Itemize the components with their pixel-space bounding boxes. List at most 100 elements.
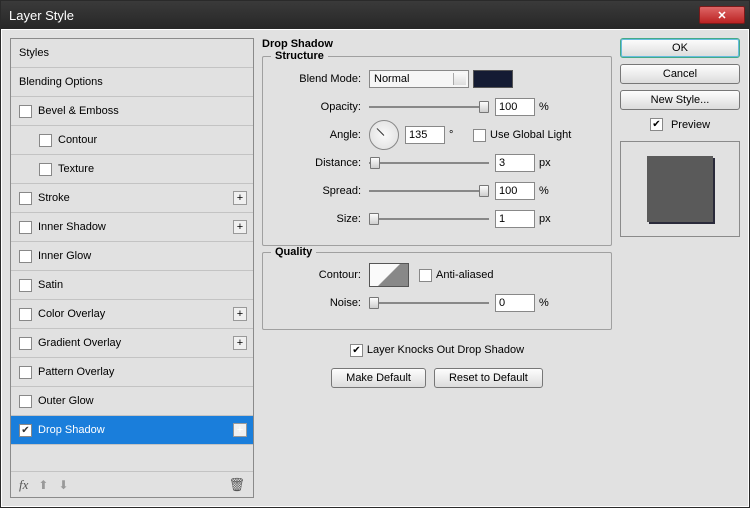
styles-footer: fx ⬆ ⬇ 🗑 xyxy=(11,471,253,497)
opacity-input[interactable]: 100 xyxy=(495,98,535,116)
size-row: Size: 1 px xyxy=(273,205,601,233)
style-checkbox[interactable] xyxy=(19,395,32,408)
style-label: Color Overlay xyxy=(38,308,105,320)
style-label: Satin xyxy=(38,279,63,291)
blend-mode-select[interactable]: Normal ▾ xyxy=(369,70,469,88)
angle-row: Angle: 135 ° Use Global Light xyxy=(273,121,601,149)
angle-label: Angle: xyxy=(273,129,369,141)
style-checkbox[interactable] xyxy=(39,134,52,147)
quality-legend: Quality xyxy=(271,246,316,258)
preview-checkbox[interactable] xyxy=(650,118,663,131)
preview-box xyxy=(620,141,740,237)
spread-row: Spread: 100 % xyxy=(273,177,601,205)
down-arrow-icon[interactable]: ⬇ xyxy=(58,478,68,492)
spread-input[interactable]: 100 xyxy=(495,182,535,200)
quality-group: Quality Contour: Anti-aliased Noise: 0 % xyxy=(262,252,612,330)
style-checkbox[interactable] xyxy=(19,105,32,118)
style-item-gradient-overlay[interactable]: Gradient Overlay + xyxy=(11,329,253,358)
knockout-row: Layer Knocks Out Drop Shadow xyxy=(262,336,612,364)
style-label: Pattern Overlay xyxy=(38,366,114,378)
style-checkbox[interactable] xyxy=(39,163,52,176)
styles-panel: Styles Blending Options Bevel & Emboss Co… xyxy=(10,38,254,498)
style-label: Inner Shadow xyxy=(38,221,106,233)
anti-aliased-checkbox[interactable] xyxy=(419,269,432,282)
structure-group: Structure Blend Mode: Normal ▾ Opacity: … xyxy=(262,56,612,246)
style-checkbox[interactable] xyxy=(19,366,32,379)
distance-slider[interactable] xyxy=(369,156,489,170)
style-label: Outer Glow xyxy=(38,395,94,407)
style-item-outer-glow[interactable]: Outer Glow xyxy=(11,387,253,416)
new-style-button[interactable]: New Style... xyxy=(620,90,740,110)
spread-slider[interactable] xyxy=(369,184,489,198)
style-checkbox[interactable] xyxy=(19,424,32,437)
style-item-drop-shadow[interactable]: Drop Shadow + xyxy=(11,416,253,445)
cancel-button[interactable]: Cancel xyxy=(620,64,740,84)
style-item-pattern-overlay[interactable]: Pattern Overlay xyxy=(11,358,253,387)
style-label: Texture xyxy=(58,163,94,175)
trash-icon[interactable]: 🗑 xyxy=(228,477,245,493)
contour-picker[interactable] xyxy=(369,263,409,287)
style-item-satin[interactable]: Satin xyxy=(11,271,253,300)
layer-style-dialog: Layer Style ✕ Styles Blending Options Be… xyxy=(0,0,750,508)
add-effect-icon[interactable]: + xyxy=(233,191,247,205)
blend-mode-row: Blend Mode: Normal ▾ xyxy=(273,65,601,93)
knockout-checkbox[interactable] xyxy=(350,344,363,357)
style-item-stroke[interactable]: Stroke + xyxy=(11,184,253,213)
style-item-inner-shadow[interactable]: Inner Shadow + xyxy=(11,213,253,242)
size-slider[interactable] xyxy=(369,212,489,226)
style-checkbox[interactable] xyxy=(19,308,32,321)
add-effect-icon[interactable]: + xyxy=(233,220,247,234)
style-item-inner-glow[interactable]: Inner Glow xyxy=(11,242,253,271)
style-label: Contour xyxy=(58,134,97,146)
style-label: Inner Glow xyxy=(38,250,91,262)
styles-header[interactable]: Styles xyxy=(11,39,253,68)
style-checkbox[interactable] xyxy=(19,221,32,234)
style-checkbox[interactable] xyxy=(19,279,32,292)
global-light-checkbox[interactable] xyxy=(473,129,486,142)
style-label: Drop Shadow xyxy=(38,424,105,436)
close-button[interactable]: ✕ xyxy=(699,6,745,24)
style-label: Bevel & Emboss xyxy=(38,105,119,117)
opacity-label: Opacity: xyxy=(273,101,369,113)
ok-button[interactable]: OK xyxy=(620,38,740,58)
angle-dial[interactable] xyxy=(369,120,399,150)
style-checkbox[interactable] xyxy=(19,250,32,263)
noise-input[interactable]: 0 xyxy=(495,294,535,312)
dialog-body: Styles Blending Options Bevel & Emboss Co… xyxy=(1,29,749,507)
style-item-bevel-emboss[interactable]: Bevel & Emboss xyxy=(11,97,253,126)
shadow-color-swatch[interactable] xyxy=(473,70,513,88)
blend-mode-label: Blend Mode: xyxy=(273,73,369,85)
style-label: Stroke xyxy=(38,192,70,204)
titlebar[interactable]: Layer Style ✕ xyxy=(1,1,749,29)
structure-legend: Structure xyxy=(271,50,328,62)
noise-slider[interactable] xyxy=(369,296,489,310)
add-effect-icon[interactable]: + xyxy=(233,336,247,350)
style-label: Gradient Overlay xyxy=(38,337,121,349)
distance-row: Distance: 3 px xyxy=(273,149,601,177)
size-input[interactable]: 1 xyxy=(495,210,535,228)
opacity-slider[interactable] xyxy=(369,100,489,114)
chevron-down-icon: ▾ xyxy=(459,74,464,85)
style-checkbox[interactable] xyxy=(19,192,32,205)
window-title: Layer Style xyxy=(5,8,699,23)
style-checkbox[interactable] xyxy=(19,337,32,350)
fx-icon[interactable]: fx xyxy=(19,477,28,493)
contour-row: Contour: Anti-aliased xyxy=(273,261,601,289)
distance-input[interactable]: 3 xyxy=(495,154,535,172)
blending-options[interactable]: Blending Options xyxy=(11,68,253,97)
styles-label: Styles xyxy=(19,47,49,59)
style-item-texture[interactable]: Texture xyxy=(11,155,253,184)
settings-panel: Drop Shadow Structure Blend Mode: Normal… xyxy=(262,38,612,498)
reset-default-button[interactable]: Reset to Default xyxy=(434,368,543,388)
angle-input[interactable]: 135 xyxy=(405,126,445,144)
style-list: Styles Blending Options Bevel & Emboss Co… xyxy=(11,39,253,471)
opacity-row: Opacity: 100 % xyxy=(273,93,601,121)
dialog-actions: OK Cancel New Style... Preview xyxy=(620,38,740,498)
style-item-color-overlay[interactable]: Color Overlay + xyxy=(11,300,253,329)
up-arrow-icon[interactable]: ⬆ xyxy=(38,478,48,492)
add-effect-icon[interactable]: + xyxy=(233,307,247,321)
style-item-contour[interactable]: Contour xyxy=(11,126,253,155)
preview-swatch xyxy=(647,156,713,222)
add-effect-icon[interactable]: + xyxy=(233,423,247,437)
make-default-button[interactable]: Make Default xyxy=(331,368,426,388)
